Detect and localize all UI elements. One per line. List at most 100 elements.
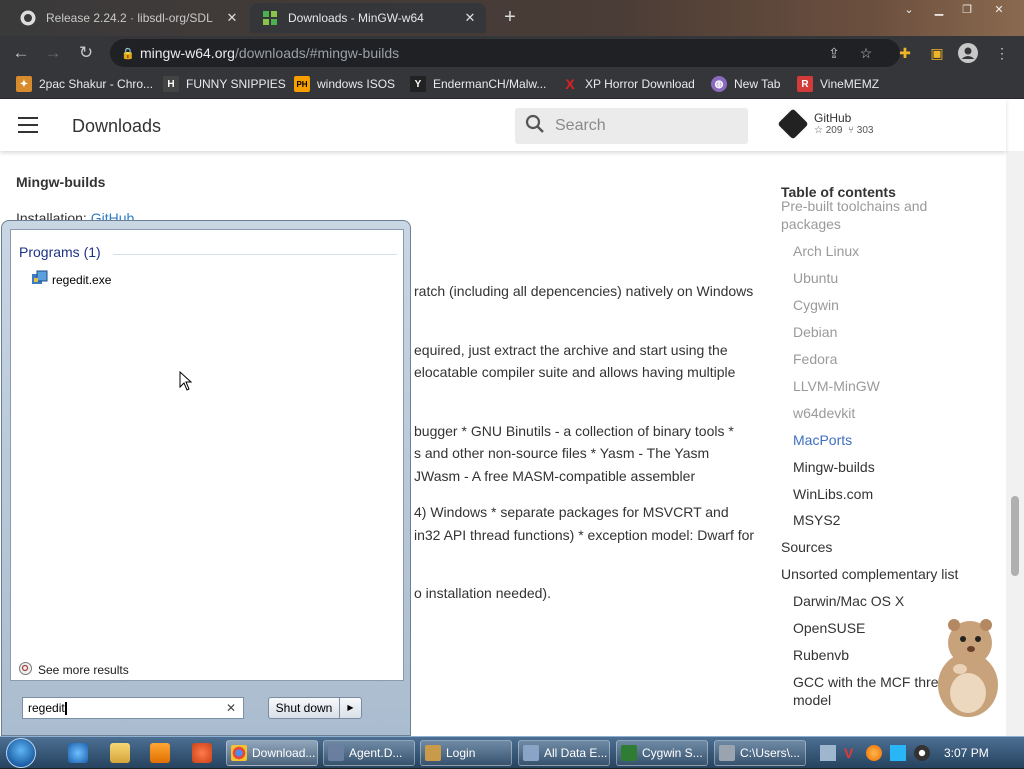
toc-item[interactable]: packages [781,215,841,233]
bookmark-label: windows ISOS [317,77,396,91]
task-agent[interactable]: Agent.D... [323,740,415,766]
content-line: 4) Windows * separate packages for MSVCR… [414,504,729,520]
page-title: Downloads [72,116,162,136]
task-all-data[interactable]: All Data E... [518,740,610,766]
media-player-icon[interactable] [150,743,170,763]
extensions-puzzle-icon[interactable]: ✚ [895,43,915,63]
regedit-icon [31,270,48,290]
github-stats: ☆ 209 ⑂ 303 [814,125,874,136]
reload-button[interactable]: ↻ [75,42,97,64]
bookmark-funny-snippies[interactable]: H FUNNY SNIPPIES [163,75,286,93]
internet-explorer-icon[interactable] [68,743,88,763]
task-explorer[interactable]: C:\Users\... [714,740,806,766]
toc-item[interactable]: Fedora [793,350,837,368]
bookmark-star-icon[interactable]: ☆ [856,43,876,63]
bookmark-vinememz[interactable]: R VineMEMZ [797,75,879,93]
bookmark-label: New Tab [734,77,781,91]
tray-antivirus-icon[interactable]: V [844,745,860,761]
sidebar-icon[interactable]: ▣ [927,43,947,63]
toc-item[interactable]: Debian [793,323,837,341]
toc-item[interactable]: Arch Linux [793,242,859,260]
browser-toolbar: ← → ↻ 🔒 mingw-w64.org/downloads/#mingw-b… [0,36,1024,69]
result-regedit[interactable]: regedit.exe [31,270,111,290]
toc-item[interactable]: OpenSUSE [793,619,865,637]
bookmark-new-tab[interactable]: ◍ New Tab [711,75,780,93]
shut-down-button[interactable]: Shut down [268,697,340,719]
toc-item[interactable]: Rubenvb [793,646,849,664]
programs-heading: Programs (1) [19,244,101,260]
file-explorer-icon[interactable] [110,743,130,763]
tray-network-icon[interactable] [820,745,836,761]
tray-volume-icon[interactable] [914,745,930,761]
close-tab-icon[interactable]: ✕ [222,10,242,26]
toc-item[interactable]: Unsorted complementary list [781,565,958,583]
tray-display-icon[interactable] [890,745,906,761]
start-button[interactable] [6,737,40,769]
close-window-button[interactable]: ✕ [986,1,1012,19]
scrollbar-thumb[interactable] [1011,496,1019,576]
minimize-button[interactable]: ▁ [926,1,952,19]
close-tab-icon[interactable]: ✕ [460,10,480,26]
toc-item[interactable]: Cygwin [793,296,839,314]
shut-down-options-arrow-icon[interactable]: ▶ [340,697,362,719]
clear-search-icon[interactable]: ✕ [222,699,240,717]
content-line: bugger * GNU Binutils - a collection of … [414,423,734,439]
restore-button[interactable]: ❐ [954,1,980,19]
toc-item[interactable]: w64devkit [793,404,855,422]
firefox-icon[interactable] [192,743,212,763]
globe-icon: ◍ [711,76,727,92]
browser-tab-sdl[interactable]: Release 2.24.2 · libsdl-org/SDL ✕ [8,3,248,33]
tab-search-chevron-icon[interactable]: ⌄ [896,1,922,19]
task-downloads[interactable]: Download... [226,740,318,766]
content-line: ratch (including all depencencies) nativ… [414,283,754,299]
bookmark-2pac[interactable]: ✦ 2pac Shakur - Chro... [16,75,153,93]
start-menu: Programs (1) regedit.exe See more result… [1,220,411,736]
menu-kebab-icon[interactable]: ⋮ [992,43,1012,63]
profile-avatar-icon[interactable] [958,43,978,63]
toc-item[interactable]: MacPorts [793,431,852,449]
browser-tab-downloads[interactable]: Downloads - MinGW-w64 ✕ [250,3,486,33]
system-clock[interactable]: 3:07 PM [944,746,989,760]
address-bar[interactable]: 🔒 mingw-w64.org/downloads/#mingw-builds [110,39,900,67]
page-scrollbar[interactable] [1006,151,1024,736]
see-more-results-link[interactable]: See more results [19,662,129,678]
task-login[interactable]: Login [420,740,512,766]
site-search-input[interactable]: Search [515,108,748,144]
toc-item[interactable]: Ubuntu [793,269,838,287]
toc-item[interactable]: LLVM-MinGW [793,377,880,395]
agent-icon [425,745,441,761]
x-icon: X [565,76,575,92]
toc-item[interactable]: Darwin/Mac OS X [793,592,904,610]
browser-tab-strip: Release 2.24.2 · libsdl-org/SDL ✕ Downlo… [0,0,1024,36]
search-more-icon [19,662,32,678]
tray-search-icon[interactable] [866,745,882,761]
bookmark-label: FUNNY SNIPPIES [186,77,286,91]
result-label: regedit.exe [52,273,112,287]
git-icon [777,107,809,140]
start-search-input[interactable]: regedit [22,697,244,719]
windows-taskbar: Download... Agent.D... Login All Data E.… [0,736,1024,768]
bookmark-windows-isos[interactable]: PH windows ISOS [294,75,395,93]
toc-item[interactable]: WinLibs.com [793,485,873,503]
section-heading: Mingw-builds [16,174,106,190]
toc-item[interactable]: Pre-built toolchains and [781,197,927,215]
see-more-label: See more results [38,663,129,677]
toc-item[interactable]: MSYS2 [793,511,840,529]
back-button[interactable]: ← [10,42,32,64]
content-line: o installation needed). [414,585,551,601]
hamburger-menu-icon[interactable] [18,117,38,133]
toc-item[interactable]: Sources [781,538,832,556]
content-line: s and other non-source files * Yasm - Th… [414,445,710,461]
task-cygwin[interactable]: Cygwin S... [616,740,708,766]
share-icon[interactable]: ⇪ [824,43,844,63]
bookmark-endermanch[interactable]: Y EndermanCH/Malw... [410,75,546,93]
toc-item[interactable]: model [793,691,831,709]
bookmark-label: XP Horror Download [585,77,695,91]
new-tab-button[interactable]: + [498,6,522,30]
toc-item[interactable]: Mingw-builds [793,458,875,476]
github-repo-link[interactable]: GitHub ☆ 209 ⑂ 303 [777,107,874,140]
lock-icon[interactable]: 🔒 [110,47,140,60]
forward-button[interactable]: → [42,42,64,64]
search-placeholder: Search [555,117,606,134]
bookmark-xp-horror[interactable]: X XP Horror Download [562,75,695,93]
